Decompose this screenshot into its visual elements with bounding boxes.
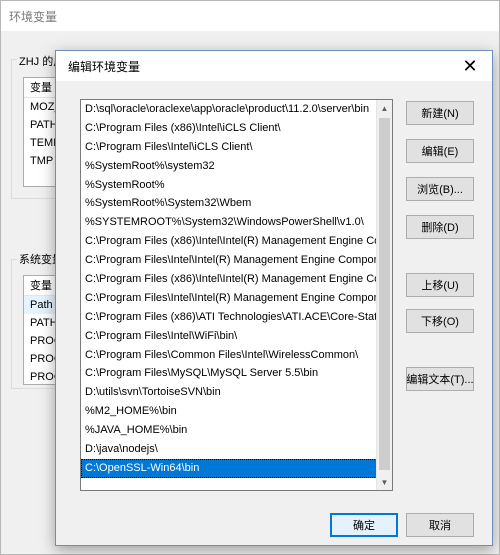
user-variables-label: ZHJ 的用户 bbox=[17, 53, 57, 69]
list-item[interactable]: MOZ_P bbox=[24, 98, 56, 116]
path-row[interactable]: %M2_HOME%\bin bbox=[81, 402, 377, 421]
list-item[interactable]: PROCE bbox=[24, 332, 56, 350]
new-button[interactable]: 新建(N) bbox=[406, 101, 474, 125]
ok-button[interactable]: 确定 bbox=[330, 513, 398, 537]
path-row[interactable]: C:\Program Files\MySQL\MySQL Server 5.5\… bbox=[81, 364, 377, 383]
path-row[interactable]: C:\Program Files\Intel\WiFi\bin\ bbox=[81, 327, 377, 346]
path-row-selected[interactable]: C:\OpenSSL-Win64\bin bbox=[81, 458, 377, 478]
scroll-down-icon[interactable]: ▼ bbox=[377, 474, 392, 490]
dialog-title: 编辑环境变量 bbox=[68, 59, 141, 74]
path-row[interactable]: C:\Program Files\Intel\iCLS Client\ bbox=[81, 138, 377, 157]
path-row[interactable]: D:\java\nodejs\ bbox=[81, 440, 377, 459]
move-up-button[interactable]: 上移(U) bbox=[406, 273, 474, 297]
vertical-scrollbar[interactable]: ▲ ▼ bbox=[376, 100, 392, 490]
path-rows: D:\sql\oracle\oraclexe\app\oracle\produc… bbox=[81, 100, 392, 478]
path-row[interactable]: %SystemRoot%\System32\Wbem bbox=[81, 194, 377, 213]
path-row[interactable]: C:\Program Files (x86)\Intel\iCLS Client… bbox=[81, 119, 377, 138]
list-item[interactable]: PROCE bbox=[24, 368, 56, 384]
list-item[interactable]: PROCE bbox=[24, 350, 56, 368]
path-row[interactable]: C:\Program Files (x86)\ATI Technologies\… bbox=[81, 308, 377, 327]
path-row[interactable]: %SYSTEMROOT%\System32\WindowsPowerShell\… bbox=[81, 213, 377, 232]
list-item[interactable]: PATHEX bbox=[24, 314, 56, 332]
user-variables-list[interactable]: 变量 MOZ_P PATH TEMP TMP bbox=[23, 77, 57, 187]
scrollbar-thumb[interactable] bbox=[379, 118, 390, 470]
close-icon[interactable]: ✕ bbox=[448, 51, 492, 81]
list-item[interactable]: TEMP bbox=[24, 134, 56, 152]
list-item[interactable]: Path bbox=[24, 296, 56, 314]
path-row[interactable]: C:\Program Files (x86)\Intel\Intel(R) Ma… bbox=[81, 232, 377, 251]
system-variables-list[interactable]: 变量 Path PATHEX PROCE PROCE PROCE bbox=[23, 275, 57, 385]
path-row[interactable]: C:\Program Files\Intel\Intel(R) Manageme… bbox=[81, 289, 377, 308]
cancel-button[interactable]: 取消 bbox=[406, 513, 474, 537]
path-row[interactable]: D:\sql\oracle\oraclexe\app\oracle\produc… bbox=[81, 100, 377, 119]
window-titlebar: 环境变量 bbox=[1, 1, 499, 31]
edit-environment-variable-dialog: 编辑环境变量 ✕ D:\sql\oracle\oraclexe\app\orac… bbox=[55, 50, 493, 546]
system-list-header: 变量 bbox=[24, 276, 56, 296]
delete-button[interactable]: 删除(D) bbox=[406, 215, 474, 239]
browse-button[interactable]: 浏览(B)... bbox=[406, 177, 474, 201]
path-row[interactable]: %SystemRoot% bbox=[81, 176, 377, 195]
user-list-header: 变量 bbox=[24, 78, 56, 98]
path-row[interactable]: C:\Program Files\Common Files\Intel\Wire… bbox=[81, 346, 377, 365]
edit-button[interactable]: 编辑(E) bbox=[406, 139, 474, 163]
edit-text-button[interactable]: 编辑文本(T)... bbox=[406, 367, 474, 391]
path-list[interactable]: D:\sql\oracle\oraclexe\app\oracle\produc… bbox=[80, 99, 393, 491]
path-row[interactable]: C:\Program Files\Intel\Intel(R) Manageme… bbox=[81, 251, 377, 270]
scroll-up-icon[interactable]: ▲ bbox=[377, 100, 392, 116]
window-title: 环境变量 bbox=[9, 9, 58, 24]
path-row[interactable]: C:\Program Files (x86)\Intel\Intel(R) Ma… bbox=[81, 270, 377, 289]
dialog-titlebar: 编辑环境变量 ✕ bbox=[56, 51, 492, 81]
system-variables-label: 系统变量( bbox=[17, 251, 57, 267]
list-item[interactable]: PATH bbox=[24, 116, 56, 134]
path-row[interactable]: %SystemRoot%\system32 bbox=[81, 157, 377, 176]
path-row[interactable]: %JAVA_HOME%\bin bbox=[81, 421, 377, 440]
path-row[interactable]: D:\utils\svn\TortoiseSVN\bin bbox=[81, 383, 377, 402]
move-down-button[interactable]: 下移(O) bbox=[406, 309, 474, 333]
list-item[interactable]: TMP bbox=[24, 152, 56, 170]
